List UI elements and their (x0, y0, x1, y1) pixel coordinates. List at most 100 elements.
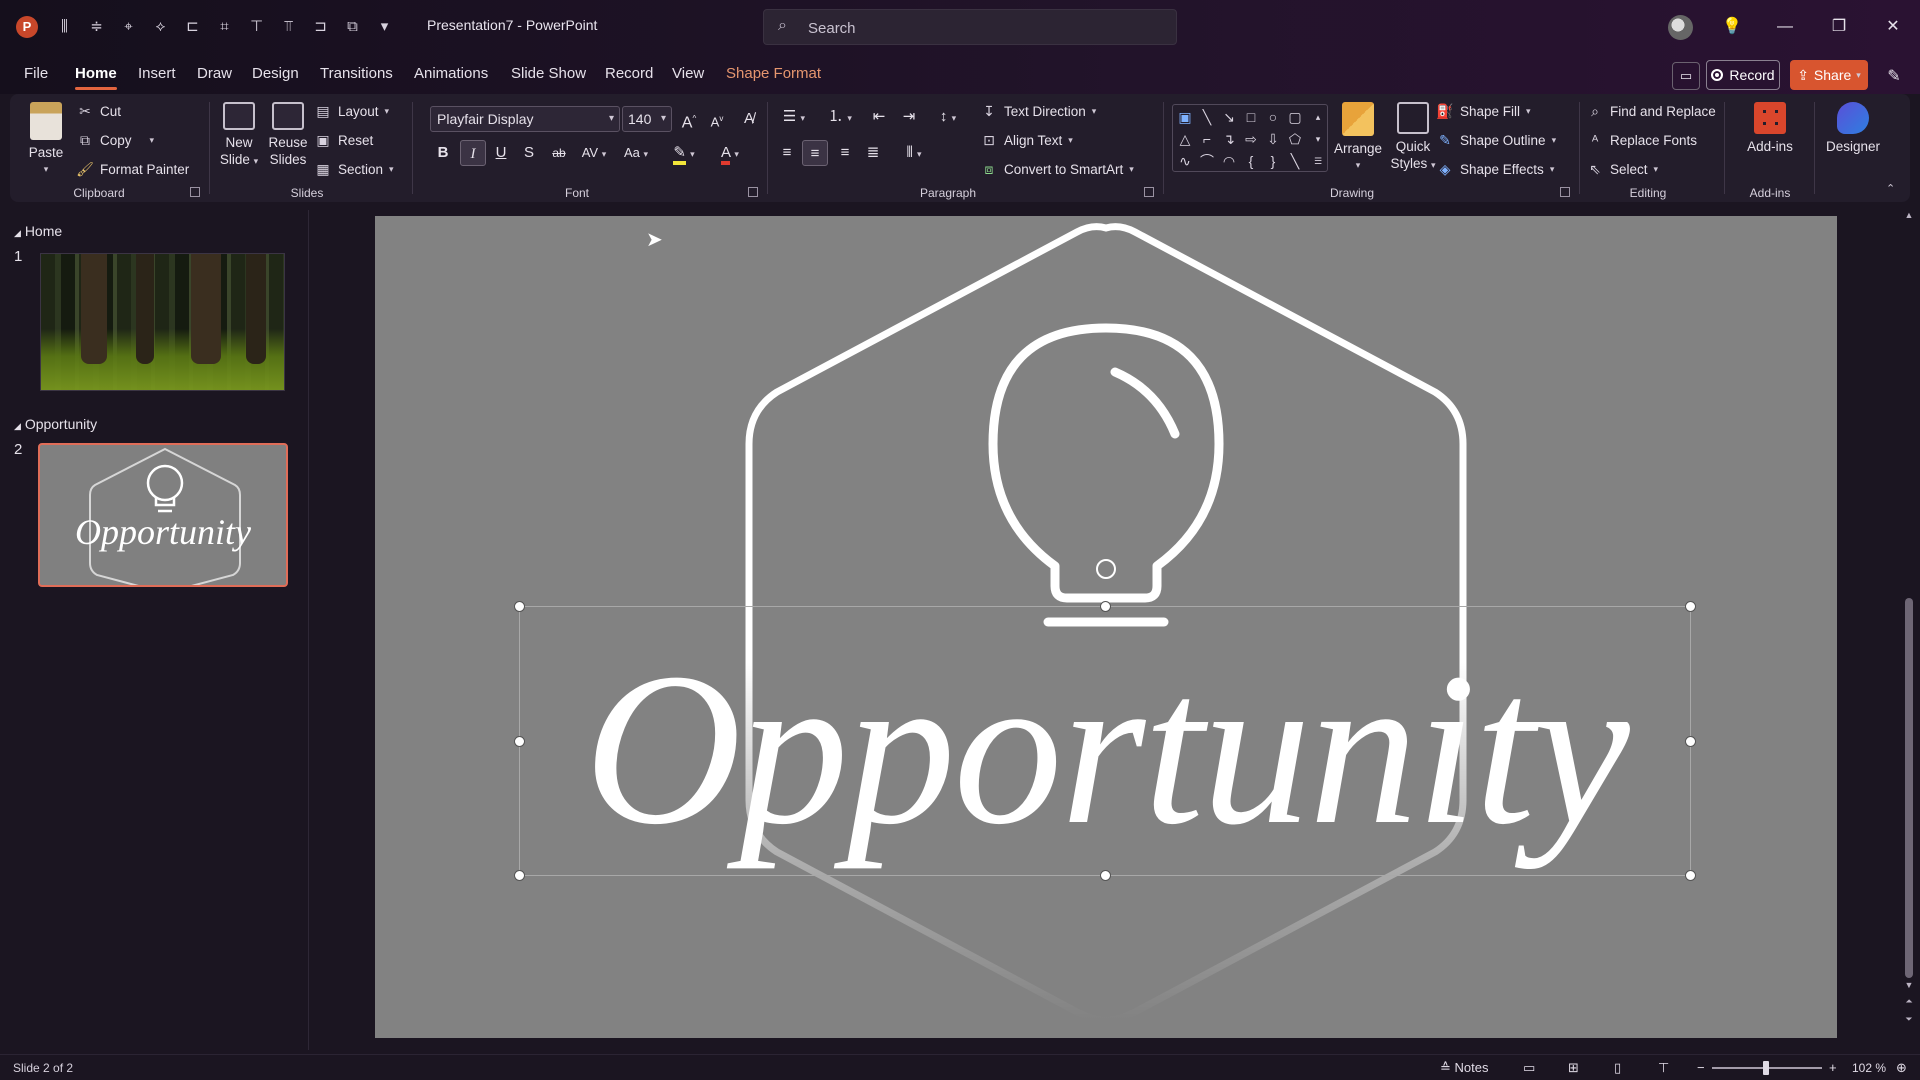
zoom-in-button[interactable]: + (1829, 1059, 1837, 1077)
previous-slide-icon[interactable]: ⏶ (1902, 996, 1916, 1007)
designer-button[interactable]: Designer (1818, 102, 1888, 155)
tab-animations[interactable]: Animations (414, 65, 488, 82)
rectangle-shape-icon[interactable]: □ (1241, 107, 1261, 127)
curve-shape-icon[interactable]: ⌒ (1197, 151, 1217, 171)
shape-outline-button[interactable]: ✎ Shape Outline ▾ (1436, 131, 1556, 149)
tab-draw[interactable]: Draw (197, 65, 232, 82)
line-spacing-button[interactable]: ↕ ▾ (928, 104, 968, 130)
lightbulb-icon[interactable]: 💡 (1712, 12, 1752, 42)
selected-text-box[interactable] (514, 601, 1696, 881)
right-arrow-shape-icon[interactable]: ⇨ (1241, 129, 1261, 149)
bold-button[interactable]: B (430, 140, 456, 166)
align-right-icon[interactable]: ≡ (832, 140, 858, 166)
paragraph-launcher-icon[interactable]: . (1144, 187, 1154, 197)
qat-align-top-icon[interactable]: ⊤ (244, 14, 269, 40)
paste-button[interactable]: Paste ▾ (24, 102, 68, 178)
section-home[interactable]: ◢ Home (14, 223, 62, 239)
collapse-ribbon-icon[interactable]: ⌃ (1886, 182, 1895, 195)
increase-indent-icon[interactable]: ⇥ (896, 104, 922, 130)
font-family-select[interactable]: Playfair Display ▾ (430, 106, 620, 132)
align-text-button[interactable]: ⊡ Align Text ▾ (980, 131, 1073, 149)
shrink-font-button[interactable]: Av (704, 106, 730, 132)
grow-font-button[interactable]: A^ (676, 106, 702, 132)
scroll-up-icon[interactable]: ▲ (1902, 210, 1916, 220)
search-box[interactable]: ⌕ (763, 9, 1177, 45)
reset-button[interactable]: ▣ Reset (314, 131, 373, 149)
elbow-connector-shape-icon[interactable]: ⌐ (1197, 129, 1217, 149)
text-shadow-button[interactable]: S (516, 140, 542, 166)
qat-format-painter-icon[interactable]: ⟡ (148, 14, 173, 40)
cut-button[interactable]: ✂ Cut (76, 102, 121, 120)
tab-slide-show[interactable]: Slide Show (511, 65, 586, 82)
qat-align-left-icon[interactable]: ⊏ (180, 14, 205, 40)
scroll-down-icon[interactable]: ▼ (1902, 980, 1916, 990)
arrange-button[interactable]: Arrange ▾ (1332, 102, 1384, 174)
resize-handle-right[interactable] (1685, 736, 1696, 747)
tab-file[interactable]: File (24, 65, 48, 82)
resize-handle-top[interactable] (1100, 601, 1111, 612)
scrollbar-thumb[interactable] (1905, 598, 1913, 978)
share-button[interactable]: ⇪ Share ▾ (1790, 60, 1868, 90)
zoom-slider-thumb[interactable] (1763, 1061, 1769, 1075)
replace-fonts-button[interactable]: ᴬ Replace Fonts (1586, 131, 1697, 149)
arc-shape-icon[interactable]: ◠ (1219, 151, 1239, 171)
resize-handle-top-right[interactable] (1685, 601, 1696, 612)
section-opportunity[interactable]: ◢ Opportunity (14, 416, 97, 432)
qat-distribute-icon[interactable]: ⫪ (276, 14, 301, 40)
numbering-button[interactable]: ⒈ ▾ (820, 104, 860, 130)
tab-view[interactable]: View (672, 65, 704, 82)
slideshow-view-icon[interactable]: ⊤ (1658, 1059, 1669, 1077)
gallery-more-icon[interactable]: ☰ (1308, 151, 1328, 171)
record-button[interactable]: Record (1706, 60, 1780, 90)
convert-smartart-button[interactable]: ⧈ Convert to SmartArt ▾ (980, 160, 1134, 178)
decrease-indent-icon[interactable]: ⇤ (866, 104, 892, 130)
bullets-button[interactable]: ☰ ▾ (774, 104, 814, 130)
comments-button[interactable]: ▭ (1672, 62, 1700, 90)
qat-align-middle-icon[interactable]: ≑ (84, 14, 109, 40)
resize-handle-bottom-left[interactable] (514, 870, 525, 881)
add-ins-button[interactable]: Add-ins (1730, 102, 1810, 155)
vertical-scrollbar[interactable]: ▲ ▼ ⏶ ⏷ (1902, 210, 1916, 1050)
resize-handle-bottom[interactable] (1100, 870, 1111, 881)
account-avatar[interactable] (1668, 15, 1693, 40)
resize-handle-left[interactable] (514, 736, 525, 747)
arrow-line-shape-icon[interactable]: ↘ (1219, 107, 1239, 127)
qat-align-right-icon[interactable]: ⊐ (308, 14, 333, 40)
triangle-shape-icon[interactable]: △ (1175, 129, 1195, 149)
slide-thumbnail-1[interactable] (40, 253, 285, 391)
line-shape-icon[interactable]: ╲ (1197, 107, 1217, 127)
strikethrough-button[interactable]: ab (546, 140, 572, 166)
shape-fill-button[interactable]: ⛽ Shape Fill ▾ (1436, 102, 1530, 120)
highlight-color-button[interactable]: ✎ ▾ (666, 140, 702, 166)
drawing-launcher-icon[interactable]: . (1560, 187, 1570, 197)
qat-group-icon[interactable]: ⧉ (340, 14, 365, 40)
notes-button[interactable]: ≙ Notes (1440, 1059, 1489, 1077)
rounded-rect-shape-icon[interactable]: ▢ (1285, 107, 1305, 127)
shapes-gallery[interactable]: ▣ ╲ ↘ □ ○ ▢ △ ⌐ ↴ ⇨ ⇩ ⬠ ∿ ⌒ ◠ { } ╲ ▴ ▾ … (1172, 104, 1328, 172)
qat-align-center-vertical-icon[interactable]: ⫼ (52, 14, 77, 40)
layout-button[interactable]: ▤ Layout ▾ (314, 102, 389, 120)
freeform-shape-icon[interactable]: ∿ (1175, 151, 1195, 171)
quick-styles-button[interactable]: Quick Styles ▾ (1386, 102, 1440, 174)
search-input[interactable] (808, 16, 1158, 40)
align-left-icon[interactable]: ≡ (774, 140, 800, 166)
reuse-slides-button[interactable]: Reuse Slides (264, 102, 312, 168)
zoom-out-button[interactable]: − (1697, 1059, 1705, 1077)
reading-view-icon[interactable]: ▯ (1614, 1059, 1621, 1077)
section-button[interactable]: ▦ Section ▾ (314, 160, 393, 178)
text-box-shape-icon[interactable]: ▣ (1175, 107, 1195, 127)
zoom-level[interactable]: 102 % (1852, 1059, 1886, 1077)
oval-shape-icon[interactable]: ○ (1263, 107, 1283, 127)
clipboard-launcher-icon[interactable]: . (190, 187, 200, 197)
resize-handle-bottom-right[interactable] (1685, 870, 1696, 881)
pane-divider[interactable] (308, 210, 309, 1050)
next-slide-icon[interactable]: ⏷ (1902, 1014, 1916, 1025)
align-center-icon[interactable]: ≡ (802, 140, 828, 166)
restore-button[interactable]: ❐ (1819, 12, 1859, 42)
underline-button[interactable]: U (488, 140, 514, 166)
font-launcher-icon[interactable]: . (748, 187, 758, 197)
diagonal-line-shape-icon[interactable]: ╲ (1285, 151, 1305, 171)
left-brace-shape-icon[interactable]: { (1241, 151, 1261, 171)
font-size-select[interactable]: 140 ▾ (622, 106, 672, 132)
format-painter-button[interactable]: 🖌 Format Painter (76, 160, 189, 178)
